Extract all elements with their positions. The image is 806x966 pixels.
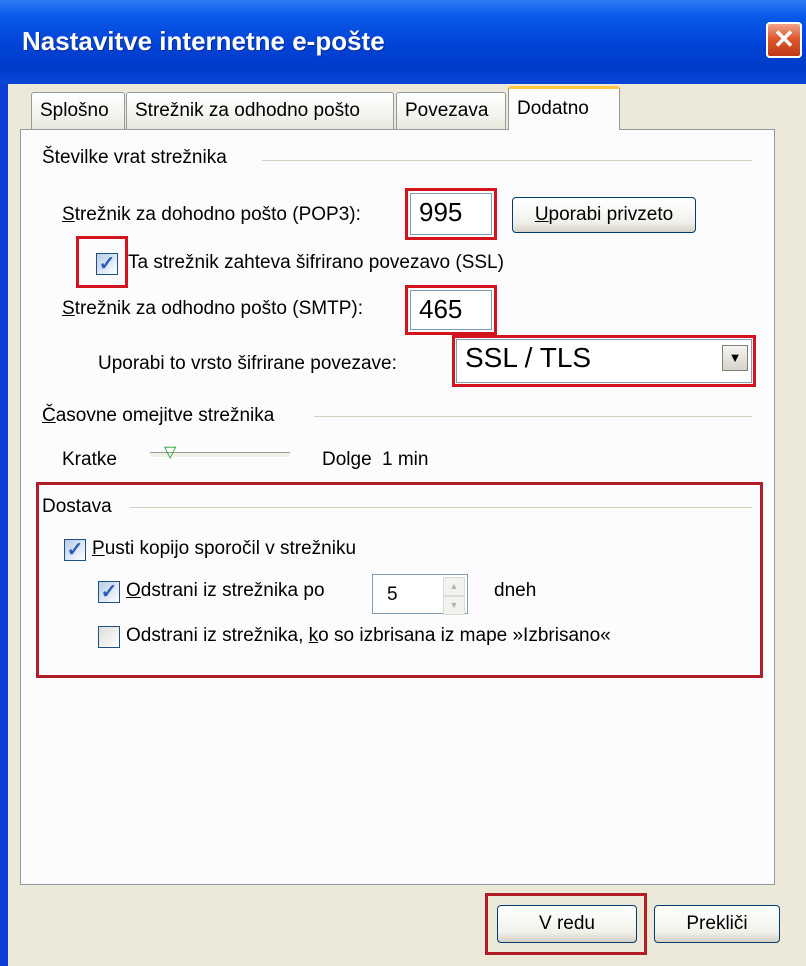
pop3-label: Strežnik za dohodno pošto (POP3): (62, 204, 361, 225)
tab-splosno[interactable]: Splošno (31, 92, 125, 130)
days-spinner[interactable]: 5 ▲ ▼ (372, 574, 468, 615)
spinner-buttons: ▲ ▼ (443, 577, 465, 615)
title-bar[interactable]: Nastavitve internetne e-pošte ✕ (0, 0, 806, 84)
tab-connection[interactable]: Povezava (396, 92, 506, 130)
timeout-short-label: Kratke (62, 449, 117, 470)
tab-label: Splošno (40, 100, 109, 121)
window-title: Nastavitve internetne e-pošte (22, 26, 385, 56)
group-divider (130, 507, 752, 508)
group-divider (262, 160, 752, 161)
remove-deleted-label: Odstrani iz strežnika, ko so izbrisana i… (126, 625, 611, 646)
tab-outgoing-server[interactable]: Strežnik za odhodno pošto (126, 92, 394, 130)
ssl-checkbox-label: Ta strežnik zahteva šifrirano povezavo (… (128, 252, 504, 273)
smtp-label: Strežnik za odhodno pošto (SMTP): (62, 298, 363, 319)
group-divider (314, 416, 752, 417)
spin-down-icon[interactable]: ▼ (443, 596, 465, 615)
spin-up-icon[interactable]: ▲ (443, 577, 465, 596)
close-icon[interactable]: ✕ (766, 22, 802, 58)
ports-group-title: Številke vrat strežnika (42, 147, 227, 168)
encryption-label: Uporabi to vrsto šifrirane povezave: (98, 353, 397, 374)
highlight-encryption (452, 335, 756, 387)
cancel-button[interactable]: Prekliči (654, 905, 780, 943)
timeout-value: 1 min (382, 449, 429, 470)
remove-deleted-checkbox[interactable] (98, 626, 120, 648)
tab-label: Povezava (405, 100, 489, 121)
timeout-slider-thumb[interactable]: ▽ (164, 445, 176, 461)
timeouts-group-title: Časovne omejitve strežnika (42, 405, 275, 426)
delivery-group-title: Dostava (42, 496, 112, 517)
highlight-ok-button (485, 893, 647, 955)
days-value: 5 (387, 584, 398, 605)
highlight-ssl-checkbox (76, 236, 128, 288)
leave-copy-checkbox[interactable]: ✓ (64, 539, 86, 561)
dialog-window: Nastavitve internetne e-pošte ✕ Splošno … (0, 0, 806, 966)
remove-after-checkbox[interactable]: ✓ (98, 581, 120, 603)
tab-advanced[interactable]: Dodatno (508, 86, 620, 130)
remove-after-label: Odstrani iz strežnika po (126, 580, 325, 601)
leave-copy-label: Pusti kopijo sporočil v strežniku (92, 538, 357, 559)
days-unit-label: dneh (494, 580, 537, 601)
tab-label: Strežnik za odhodno pošto (135, 100, 360, 121)
highlight-pop3 (405, 188, 497, 240)
timeout-long-label: Dolge (322, 449, 372, 470)
use-default-button[interactable]: Uporabi privzeto (512, 197, 696, 233)
highlight-smtp (405, 285, 497, 335)
tab-label: Dodatno (517, 98, 589, 119)
